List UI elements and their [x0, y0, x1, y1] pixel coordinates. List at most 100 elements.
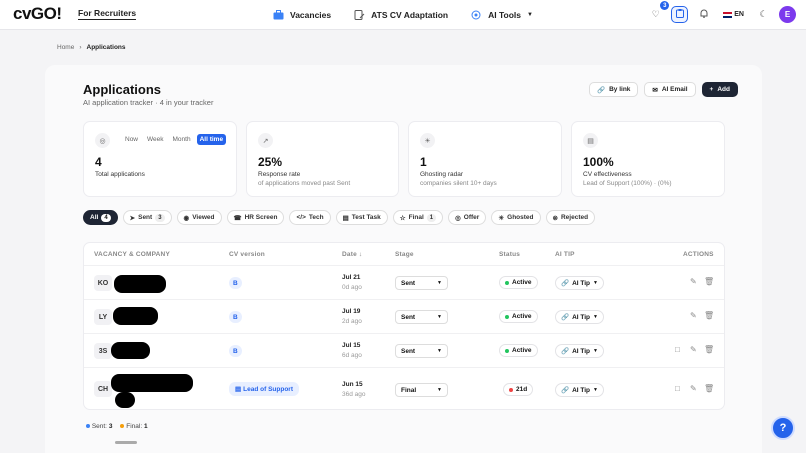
clipboard-icon: ▤ [342, 214, 349, 222]
breadcrumb-home[interactable]: Home [57, 44, 74, 51]
stage-value: Sent [401, 313, 416, 321]
cv-version-tag[interactable]: B [229, 277, 242, 289]
ai-tip-label: AI Tip [572, 313, 591, 321]
period-month[interactable]: Month [170, 134, 194, 145]
avatar[interactable]: E [779, 6, 796, 23]
header-date[interactable]: Date ↓ [342, 251, 362, 258]
company-initials: KO [94, 275, 112, 291]
table-row[interactable]: LY B Jul 19 2d ago Sent ▼ Active 🔗 AI Tip ▼… [84, 299, 724, 333]
chat-icon[interactable]: □ [675, 345, 680, 354]
horizontal-scrollbar[interactable] [115, 441, 137, 444]
edit-icon[interactable]: ✎ [690, 345, 697, 354]
globe-icon: ◎ [95, 133, 110, 148]
ai-tip-button[interactable]: 🔗 AI Tip ▼ [555, 310, 604, 324]
link-icon: 🔗 [561, 387, 570, 394]
link-icon: 🔗 [561, 348, 570, 355]
header-stage[interactable]: Stage [395, 251, 414, 258]
filter-tech[interactable]: </> Tech [289, 210, 331, 225]
notifications-button[interactable] [694, 5, 713, 24]
header-vacancy[interactable]: VACANCY & COMPANY [94, 251, 170, 258]
period-selector: Now Week Month All time [122, 134, 227, 145]
logo[interactable]: cvGO! [13, 4, 62, 24]
status-dot [505, 280, 509, 285]
main-nav: Vacancies ATS CV Adaptation AI Tools ▼ [272, 0, 533, 30]
top-nav: cvGO! For Recruiters Vacancies ATS CV Ad… [0, 0, 806, 30]
help-button[interactable]: ? [771, 416, 795, 440]
filter-rejected[interactable]: ⊗ Rejected [545, 210, 596, 225]
trash-icon[interactable]: 🗑 [704, 345, 714, 354]
filter-final-label: Final [408, 214, 424, 221]
edit-icon[interactable]: ✎ [690, 277, 697, 286]
period-all-time[interactable]: All time [196, 134, 227, 145]
nav-ai-tools[interactable]: AI Tools ▼ [470, 9, 533, 21]
nav-ats-cv[interactable]: ATS CV Adaptation [353, 9, 448, 21]
tracker-button[interactable] [671, 6, 689, 23]
chat-icon[interactable]: □ [675, 384, 680, 393]
trash-icon[interactable]: 🗑 [704, 277, 714, 286]
filter-final[interactable]: ☆ Final 1 [392, 210, 444, 225]
header-status[interactable]: Status [499, 251, 520, 258]
ai-tip-button[interactable]: 🔗 AI Tip ▼ [555, 276, 604, 290]
ai-tip-button[interactable]: 🔗 AI Tip ▼ [555, 344, 604, 358]
filter-offer[interactable]: ◎ Offer [448, 210, 487, 225]
breadcrumb: Home › Applications [57, 44, 126, 51]
legend-sent: Sent: 3 [86, 423, 112, 430]
status-dot [505, 348, 509, 353]
cv-effectiveness-card: ▤ 100% CV effectiveness Lead of Support … [571, 121, 725, 197]
edit-icon[interactable]: ✎ [690, 384, 697, 393]
filter-viewed[interactable]: ◉ Viewed [176, 210, 222, 225]
chevron-down-icon: ▼ [437, 280, 442, 286]
header-cv-version[interactable]: CV version [229, 251, 265, 258]
table-row[interactable]: KO B Jul 21 0d ago Sent ▼ Active 🔗 AI Tip ▼… [84, 265, 724, 299]
chevron-down-icon: ▼ [593, 280, 598, 286]
company-initials: LY [94, 309, 112, 325]
by-link-button[interactable]: 🔗 By link [589, 82, 639, 97]
table-row[interactable]: CH ▤ Lead of Support Jun 15 36d ago Final… [84, 367, 724, 410]
sparkle-icon [470, 9, 482, 21]
cv-version-tag[interactable]: B [229, 345, 242, 357]
ghosting-value: 1 [420, 155, 427, 169]
theme-toggle[interactable]: ☾ [754, 5, 773, 24]
cv-version-tag[interactable]: B [229, 311, 242, 323]
header-ai-tip: AI TIP [555, 251, 575, 258]
add-button[interactable]: + Add [701, 82, 738, 97]
ai-email-button[interactable]: ✉ AI Email [644, 82, 696, 97]
nav-vacancies[interactable]: Vacancies [272, 9, 331, 21]
stage-select[interactable]: Sent ▼ [395, 276, 448, 290]
stage-select[interactable]: Final ▼ [395, 383, 448, 397]
filter-sent[interactable]: ➤ Sent 3 [122, 210, 172, 225]
filter-ghosted[interactable]: ☀ Ghosted [491, 210, 541, 225]
table-row[interactable]: 3S B Jul 15 6d ago Sent ▼ Active 🔗 AI Tip ▼… [84, 333, 724, 367]
briefcase-icon [272, 9, 284, 21]
stage-value: Sent [401, 347, 416, 355]
date: Jun 15 [342, 381, 363, 388]
filter-all[interactable]: All 4 [83, 210, 118, 225]
trash-icon[interactable]: 🗑 [704, 384, 714, 393]
for-recruiters-link[interactable]: For Recruiters [78, 8, 137, 20]
ai-tip-button[interactable]: 🔗 AI Tip ▼ [555, 383, 604, 397]
filter-test-task-label: Test Task [351, 214, 381, 221]
filter-test-task[interactable]: ▤ Test Task [335, 210, 388, 225]
language-selector[interactable]: EN [719, 11, 748, 18]
filter-viewed-label: Viewed [192, 214, 215, 221]
response-sub: of applications moved past Sent [258, 180, 351, 187]
stage-select[interactable]: Sent ▼ [395, 310, 448, 324]
ghosting-label: Ghosting radar [420, 171, 463, 178]
stage-filters: All 4 ➤ Sent 3 ◉ Viewed ☎ HR Screen </> … [83, 210, 596, 225]
plus-icon: + [709, 86, 714, 93]
favorites-button[interactable]: ♡ 3 [646, 1, 670, 24]
stage-select[interactable]: Sent ▼ [395, 344, 448, 358]
moon-icon: ☾ [759, 9, 768, 19]
chevron-down-icon: ▼ [437, 314, 442, 320]
filter-all-count: 4 [101, 213, 111, 222]
cv-version-label: Lead of Support [243, 385, 293, 393]
period-week[interactable]: Week [144, 134, 167, 145]
filter-hr-screen[interactable]: ☎ HR Screen [226, 210, 285, 225]
redacted-company [113, 307, 158, 325]
applications-table: VACANCY & COMPANY CV version Date ↓ Stag… [83, 242, 725, 410]
cv-version-tag[interactable]: ▤ Lead of Support [229, 382, 299, 396]
period-now[interactable]: Now [122, 134, 141, 145]
trash-icon[interactable]: 🗑 [704, 311, 714, 320]
document-icon: ▤ [235, 386, 242, 393]
edit-icon[interactable]: ✎ [690, 311, 697, 320]
